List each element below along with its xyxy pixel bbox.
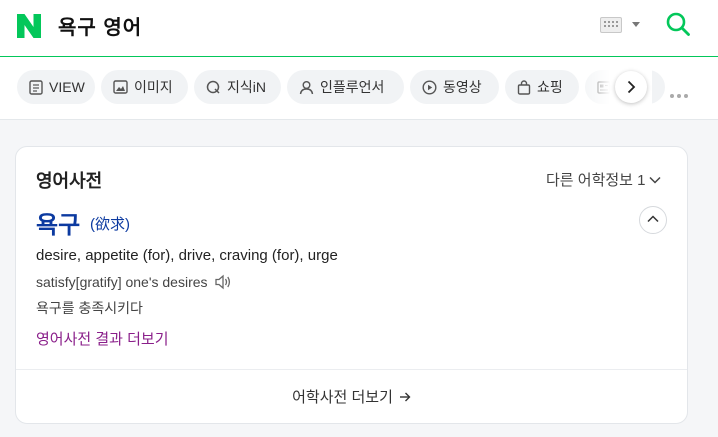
- arrow-right-icon: [399, 392, 411, 401]
- other-info-label: 다른 어학정보 1: [546, 172, 646, 189]
- chevron-down-icon[interactable]: [632, 22, 640, 27]
- tab-label: 동영상: [443, 79, 482, 95]
- example-english: satisfy[gratify] one's desires: [36, 274, 232, 290]
- tab-label: 이미지: [134, 79, 173, 95]
- naver-logo-icon[interactable]: [15, 12, 43, 40]
- search-tabs: VIEW 이미지 지식iN 인플루언서 동영상 쇼핑: [0, 57, 718, 120]
- q-icon: [206, 80, 220, 94]
- tab-image[interactable]: 이미지: [101, 70, 188, 104]
- search-header: 욕구 영어: [0, 0, 718, 57]
- headword[interactable]: 욕구: [36, 205, 80, 240]
- tab-label: 쇼핑: [537, 79, 563, 95]
- other-info-button[interactable]: 다른 어학정보 1: [546, 169, 662, 190]
- person-icon: [299, 80, 314, 94]
- example-english-text: satisfy[gratify] one's desires: [36, 274, 208, 290]
- bag-icon: [517, 79, 531, 95]
- tab-video[interactable]: 동영상: [410, 70, 499, 104]
- search-icon[interactable]: [665, 11, 691, 37]
- more-menu-icon[interactable]: [670, 85, 691, 103]
- collapse-button[interactable]: [639, 206, 667, 234]
- search-query[interactable]: 욕구 영어: [58, 11, 142, 40]
- document-icon: [29, 79, 43, 95]
- keyboard-icon[interactable]: [600, 17, 622, 33]
- more-dictionary-link[interactable]: 어학사전 더보기: [16, 370, 687, 423]
- meaning-text: desire, appetite (for), drive, craving (…: [36, 247, 338, 264]
- chevron-up-icon: [647, 215, 659, 223]
- tab-view[interactable]: VIEW: [17, 70, 95, 104]
- chevron-down-icon: [649, 176, 662, 184]
- hanja: (欲求): [90, 216, 130, 233]
- tab-label: 지식iN: [227, 79, 266, 95]
- more-dictionary-label: 어학사전 더보기: [292, 389, 393, 406]
- card-title: 영어사전: [36, 171, 103, 191]
- dictionary-result-link[interactable]: 영어사전 결과 더보기: [36, 328, 169, 349]
- tab-label: VIEW: [49, 79, 85, 95]
- example-korean: 욕구를 충족시키다: [36, 300, 143, 316]
- tab-label: 인플루언서: [320, 79, 385, 95]
- dictionary-card: 영어사전 다른 어학정보 1 욕구 (欲求) desire, appetite …: [15, 146, 688, 424]
- tab-shopping[interactable]: 쇼핑: [505, 70, 579, 104]
- image-icon: [113, 80, 128, 94]
- play-icon: [422, 79, 437, 95]
- tab-influencer[interactable]: 인플루언서: [287, 70, 404, 104]
- chevron-right-icon: [627, 80, 636, 94]
- tabs-next-button[interactable]: [615, 71, 647, 103]
- speaker-icon[interactable]: [214, 274, 232, 290]
- tab-kin[interactable]: 지식iN: [194, 70, 281, 104]
